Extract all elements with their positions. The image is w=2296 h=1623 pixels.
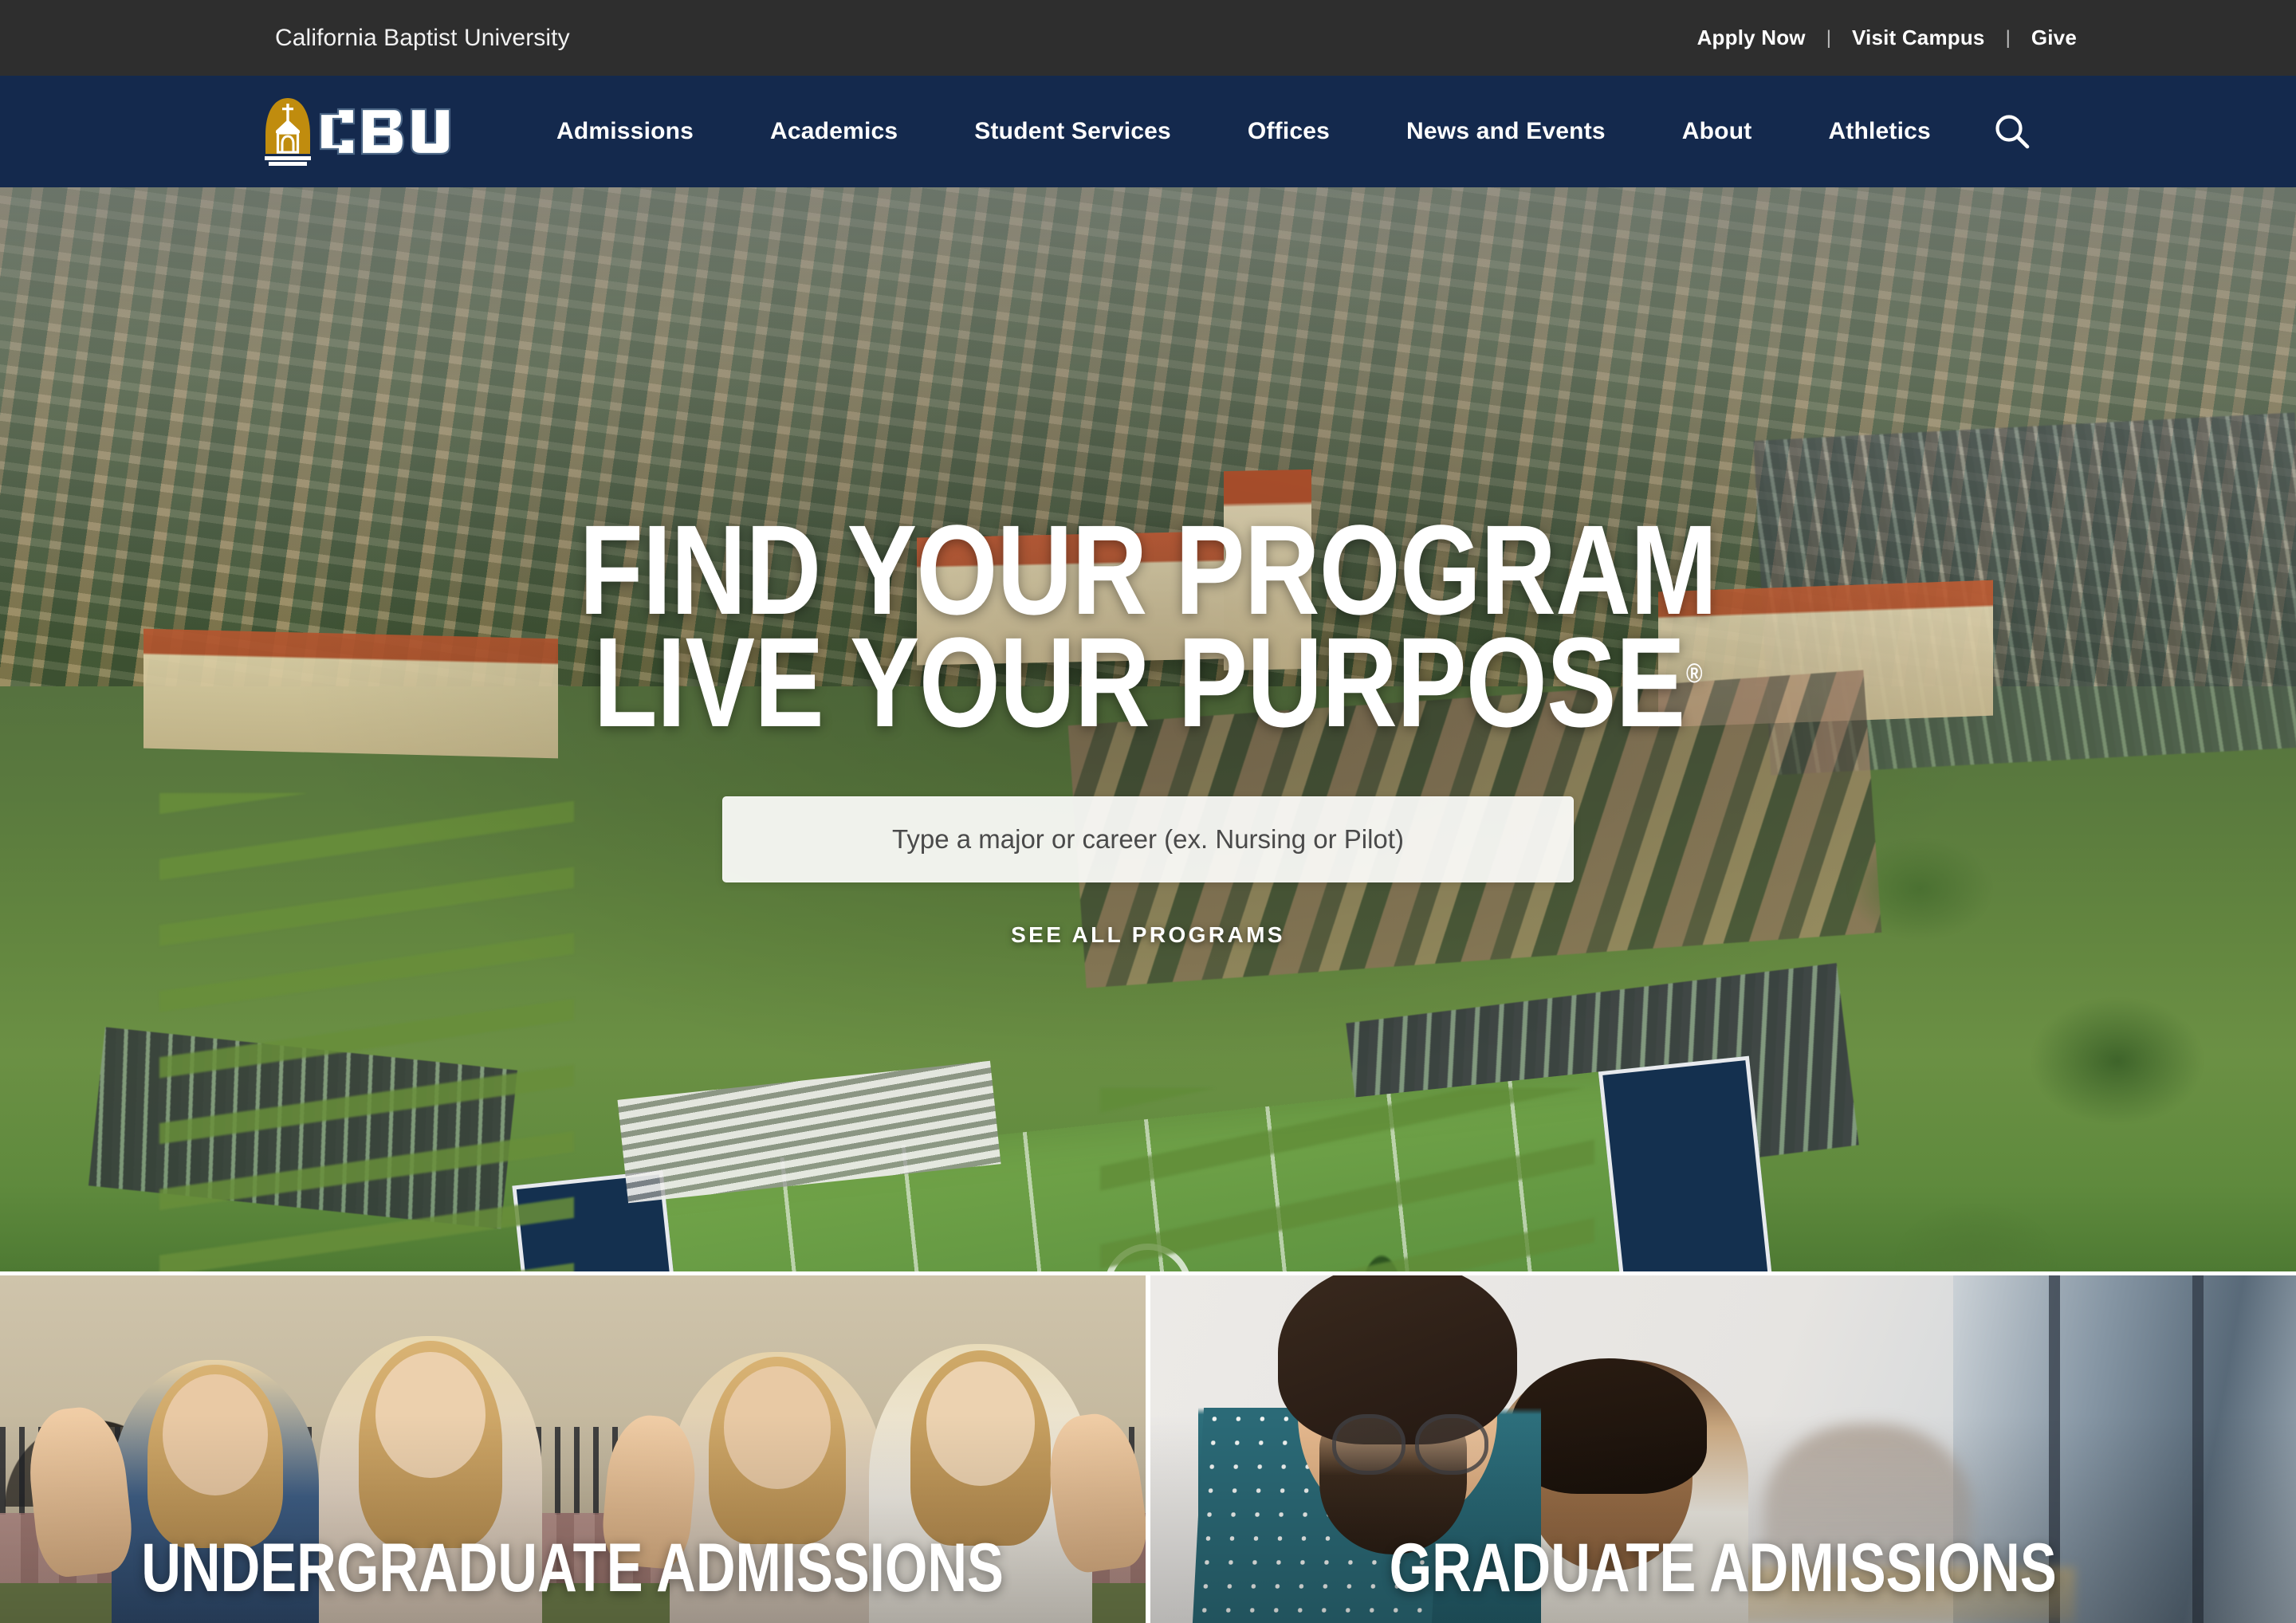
hero-headline: FIND YOUR PROGRAM LIVE YOUR PURPOSE® [579,498,1718,746]
admissions-cards: UNDERGRADUATE ADMISSIONS GRADUATE ADMISS… [0,1275,2296,1623]
utility-bar: California Baptist University Apply Now … [0,0,2296,76]
nav-item-academics[interactable]: Academics [732,118,936,145]
primary-nav-list: Admissions Academics Student Services Of… [518,118,1969,145]
nav-item-student-services[interactable]: Student Services [936,118,1209,145]
registered-trademark-mark: ® [1685,658,1703,690]
nav-item-athletics[interactable]: Athletics [1790,118,1969,145]
site-logo[interactable] [263,93,454,170]
cbu-chapel-logo-icon [265,98,311,166]
hero-headline-line-2: LIVE YOUR PURPOSE [593,610,1685,753]
program-search-box[interactable] [722,796,1574,882]
university-name: California Baptist University [275,24,570,51]
utility-separator: | [1826,26,1831,49]
card-title-graduate: GRADUATE ADMISSIONS [1389,1530,2058,1606]
search-toggle-button[interactable] [1990,109,2035,154]
program-search-input[interactable] [723,796,1573,882]
nav-item-offices[interactable]: Offices [1209,118,1368,145]
hero-headline-line-1: FIND YOUR PROGRAM [579,498,1718,641]
hero-section: FIND YOUR PROGRAM LIVE YOUR PURPOSE® SEE… [0,187,2296,1271]
utility-link-visit-campus[interactable]: Visit Campus [1852,26,1985,50]
nav-item-news-and-events[interactable]: News and Events [1368,118,1644,145]
hero-headline-line-2-wrap: LIVE YOUR PURPOSE® [580,618,1717,745]
see-all-programs-link[interactable]: SEE ALL PROGRAMS [1011,922,1285,948]
utility-link-apply-now[interactable]: Apply Now [1697,26,1806,50]
card-title-undergraduate: UNDERGRADUATE ADMISSIONS [141,1530,1005,1606]
main-navigation: Admissions Academics Student Services Of… [0,76,2296,187]
utility-separator: | [2005,26,2011,49]
card-graduate-admissions[interactable]: GRADUATE ADMISSIONS [1150,1275,2296,1623]
hero-content: FIND YOUR PROGRAM LIVE YOUR PURPOSE® SEE… [0,187,2296,1271]
search-icon [1995,115,2030,149]
utility-link-give[interactable]: Give [2031,26,2077,50]
page-root: California Baptist University Apply Now … [0,0,2296,1623]
utility-links: Apply Now | Visit Campus | Give [1697,26,2077,50]
cbu-wordmark [319,108,451,155]
nav-item-about[interactable]: About [1644,118,1791,145]
nav-item-admissions[interactable]: Admissions [518,118,732,145]
card-undergraduate-admissions[interactable]: UNDERGRADUATE ADMISSIONS [0,1275,1146,1623]
